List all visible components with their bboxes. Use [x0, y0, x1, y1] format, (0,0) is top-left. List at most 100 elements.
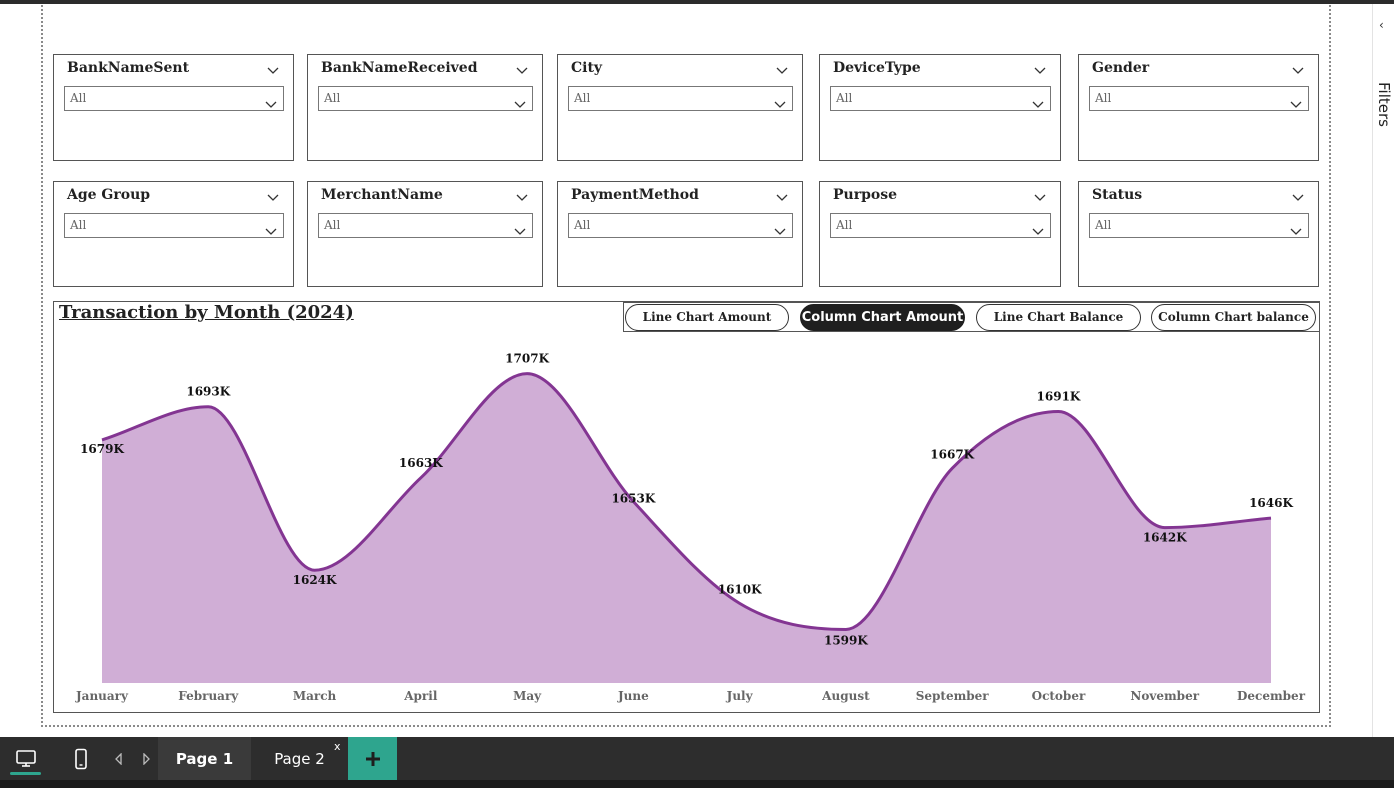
x-tick-label: October — [1032, 689, 1086, 703]
data-label: 1667K — [930, 447, 974, 461]
slicer-title: MerchantName — [321, 187, 443, 203]
slicer-selected-value: All — [70, 91, 87, 105]
dropdown-chevron-icon — [774, 222, 786, 235]
page-navigation-bar: Page 1 Page 2 x — [0, 737, 1394, 788]
window-top-bar — [0, 0, 1394, 4]
slicer-dropdown-paymentmethod[interactable]: All — [568, 213, 793, 238]
slicer-selected-value: All — [1095, 218, 1112, 232]
x-tick-label: September — [916, 689, 990, 703]
data-label: 1679K — [80, 442, 124, 456]
data-label: 1624K — [293, 573, 337, 587]
plus-icon — [365, 751, 380, 766]
slicer-dropdown-city[interactable]: All — [568, 86, 793, 111]
transaction-chart-panel: Transaction by Month (2024) Line Chart A… — [53, 301, 1320, 713]
slicer-selected-value: All — [836, 218, 853, 232]
x-tick-label: August — [821, 689, 870, 703]
desktop-view-indicator — [10, 772, 41, 775]
slicer-dropdown-gender[interactable]: All — [1089, 86, 1309, 111]
slicer-gender: Gender All — [1078, 54, 1319, 161]
x-tick-label: March — [293, 689, 337, 703]
data-label: 1646K — [1249, 496, 1293, 510]
data-label: 1663K — [399, 456, 443, 470]
slicer-title: DeviceType — [833, 60, 921, 76]
dropdown-chevron-icon — [265, 95, 277, 108]
x-tick-label: February — [178, 689, 239, 703]
data-label: 1693K — [186, 385, 230, 399]
slicer-dropdown-purpose[interactable]: All — [830, 213, 1051, 238]
slicer-title: Purpose — [833, 187, 897, 203]
x-tick-label: May — [513, 689, 542, 703]
tab-page-1-label: Page 1 — [175, 749, 234, 768]
slicer-collapse-chevron-icon[interactable] — [267, 61, 279, 74]
slicer-title: BankNameReceived — [321, 60, 478, 76]
slicer-banknamesent: BankNameSent All — [53, 54, 294, 161]
slicer-title: BankNameSent — [67, 60, 190, 76]
mobile-view-icon[interactable] — [68, 737, 94, 780]
slicer-title: Gender — [1092, 60, 1150, 76]
slicer-title: City — [571, 60, 603, 76]
dropdown-chevron-icon — [774, 95, 786, 108]
slicer-title: PaymentMethod — [571, 187, 699, 203]
slicer-collapse-chevron-icon[interactable] — [516, 61, 528, 74]
slicer-dropdown-banknamesent[interactable]: All — [64, 86, 284, 111]
data-label: 1707K — [505, 352, 549, 366]
next-page-icon[interactable] — [137, 737, 155, 780]
dropdown-chevron-icon — [514, 222, 526, 235]
slicer-dropdown-status[interactable]: All — [1089, 213, 1309, 238]
tab-page-1[interactable]: Page 1 — [158, 737, 251, 783]
dropdown-chevron-icon — [1032, 95, 1044, 108]
slicer-selected-value: All — [836, 91, 853, 105]
bottom-strip — [0, 780, 1394, 788]
slicer-dropdown-banknamereceived[interactable]: All — [318, 86, 533, 111]
x-tick-label: January — [75, 689, 129, 703]
slicer-devicetype: DeviceType All — [819, 54, 1061, 161]
dropdown-chevron-icon — [265, 222, 277, 235]
x-tick-label: July — [726, 689, 754, 703]
slicer-collapse-chevron-icon[interactable] — [1034, 188, 1046, 201]
slicer-selected-value: All — [574, 218, 591, 232]
collapse-chevron-icon[interactable]: ‹ — [1379, 18, 1384, 32]
slicer-title: Status — [1092, 187, 1143, 203]
x-tick-label: June — [617, 689, 649, 703]
slicer-paymentmethod: PaymentMethod All — [557, 181, 803, 287]
x-tick-label: April — [403, 689, 438, 703]
slicer-purpose: Purpose All — [819, 181, 1061, 287]
slicer-collapse-chevron-icon[interactable] — [1292, 188, 1304, 201]
slicer-age-group: Age Group All — [53, 181, 294, 287]
x-tick-label: December — [1237, 689, 1306, 703]
slicer-selected-value: All — [1095, 91, 1112, 105]
slicer-collapse-chevron-icon[interactable] — [1034, 61, 1046, 74]
filters-pane-label[interactable]: Filters — [1374, 82, 1394, 142]
previous-page-icon[interactable] — [110, 737, 128, 780]
slicer-dropdown-devicetype[interactable]: All — [830, 86, 1051, 111]
area-fill — [102, 373, 1271, 683]
area-chart: 1679K 1693K 1624K 1663K 1707K 1653K 1610K 1599K… — [75, 352, 1306, 703]
slicer-dropdown-age-group[interactable]: All — [64, 213, 284, 238]
dropdown-chevron-icon — [1032, 222, 1044, 235]
slicer-collapse-chevron-icon[interactable] — [1292, 61, 1304, 74]
slicer-collapse-chevron-icon[interactable] — [776, 61, 788, 74]
slicer-selected-value: All — [574, 91, 591, 105]
slicer-city: City All — [557, 54, 803, 161]
slicer-collapse-chevron-icon[interactable] — [776, 188, 788, 201]
data-label: 1653K — [611, 492, 655, 506]
slicer-status: Status All — [1078, 181, 1319, 287]
filters-pane[interactable]: ‹ Filters — [1372, 4, 1394, 737]
slicer-dropdown-merchantname[interactable]: All — [318, 213, 533, 238]
tab-page-2[interactable]: Page 2 — [253, 737, 346, 780]
slicer-selected-value: All — [324, 91, 341, 105]
slicer-collapse-chevron-icon[interactable] — [516, 188, 528, 201]
dropdown-chevron-icon — [514, 95, 526, 108]
x-tick-label: November — [1130, 689, 1199, 703]
data-label: 1599K — [824, 633, 868, 647]
slicer-selected-value: All — [324, 218, 341, 232]
add-page-button[interactable] — [348, 737, 397, 780]
dropdown-chevron-icon — [1290, 222, 1302, 235]
close-tab-icon[interactable]: x — [334, 740, 341, 753]
dropdown-chevron-icon — [1290, 95, 1302, 108]
slicer-collapse-chevron-icon[interactable] — [267, 188, 279, 201]
data-label: 1642K — [1143, 531, 1187, 545]
slicer-title: Age Group — [67, 187, 151, 203]
slicer-merchantname: MerchantName All — [307, 181, 543, 287]
data-label: 1610K — [718, 582, 762, 596]
